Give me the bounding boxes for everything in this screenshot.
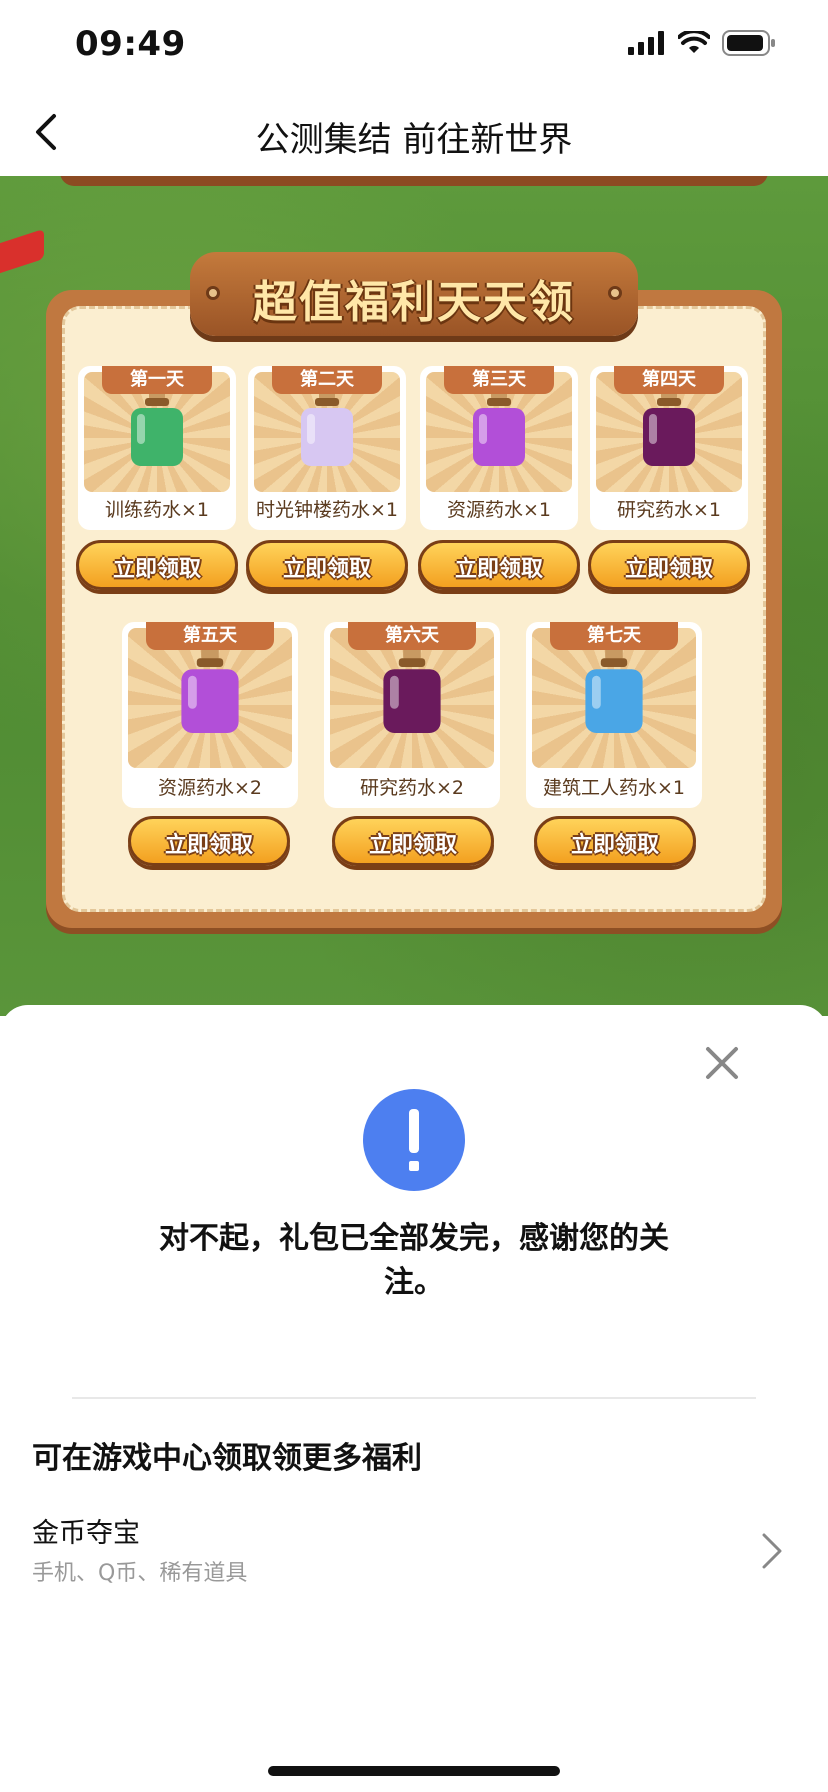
- potion-icon: [181, 645, 239, 733]
- claim-button-label: 立即领取: [112, 557, 201, 582]
- reward-name: 时光钟楼药水×1: [255, 499, 398, 521]
- section-title: 可在游戏中心领取领更多福利: [32, 1441, 422, 1476]
- list-item-gold-treasure[interactable]: 金币夺宝 手机、Q币、稀有道具: [0, 1503, 828, 1593]
- claim-button-day7[interactable]: 立即领取: [534, 816, 696, 866]
- list-item-subtitle: 手机、Q币、稀有道具: [32, 1561, 248, 1586]
- nail-icon: [608, 286, 622, 300]
- navigation-bar: 公测集结 前往新世界: [0, 88, 828, 176]
- status-bar: 09:49: [0, 0, 828, 88]
- home-indicator[interactable]: [268, 1766, 560, 1776]
- battery-icon: [722, 30, 775, 56]
- reward-card-day2: 第二天 时光钟楼药水×1: [248, 366, 406, 530]
- reward-name: 建筑工人药水×1: [542, 777, 685, 799]
- reward-name: 资源药水×1: [446, 499, 551, 521]
- claim-button-label: 立即领取: [282, 557, 371, 582]
- ribbon-decoration: [0, 228, 44, 274]
- reward-day-label: 第七天: [550, 622, 678, 650]
- close-icon[interactable]: [700, 1041, 744, 1085]
- banner-title-plaque: 超值福利天天领: [190, 252, 638, 336]
- claim-button-label: 立即领取: [164, 833, 253, 858]
- reward-name: 资源药水×2: [157, 777, 262, 799]
- claim-button-label: 立即领取: [368, 833, 457, 858]
- list-item-title: 金币夺宝: [32, 1518, 140, 1549]
- reward-day-label: 第四天: [614, 366, 724, 394]
- reward-day-label: 第一天: [102, 366, 212, 394]
- reward-day-label: 第六天: [348, 622, 476, 650]
- claim-button-day4[interactable]: 立即领取: [588, 540, 750, 590]
- notice-message: 对不起，礼包已全部发完，感谢您的关注。: [159, 1221, 669, 1300]
- claim-button-day1[interactable]: 立即领取: [76, 540, 238, 590]
- potion-icon: [383, 645, 441, 733]
- alert-icon-bar: [409, 1109, 419, 1153]
- reward-name: 训练药水×1: [104, 499, 209, 521]
- game-banner: 超值福利天天领 第一天 训练药水×1 第二天 时光钟楼药水×1 第三天 资源药水…: [0, 176, 828, 1016]
- claim-button-label: 立即领取: [624, 557, 713, 582]
- reward-card-day4: 第四天 研究药水×1: [590, 366, 748, 530]
- alert-icon-dot: [409, 1161, 419, 1171]
- reward-card-day6: 第六天 研究药水×2: [324, 622, 500, 808]
- alert-icon: [363, 1089, 465, 1191]
- reward-card-day3: 第三天 资源药水×1: [420, 366, 578, 530]
- reward-day-label: 第二天: [272, 366, 382, 394]
- claim-button-day5[interactable]: 立即领取: [128, 816, 290, 866]
- reward-day-label: 第三天: [444, 366, 554, 394]
- status-time: 09:49: [75, 24, 186, 64]
- potion-icon: [585, 645, 643, 733]
- claim-button-day2[interactable]: 立即领取: [246, 540, 408, 590]
- reward-card-day1: 第一天 训练药水×1: [78, 366, 236, 530]
- claim-button-label: 立即领取: [570, 833, 659, 858]
- claim-button-day6[interactable]: 立即领取: [332, 816, 494, 866]
- banner-title: 超值福利天天领: [253, 277, 575, 328]
- banner-top-edge: [60, 176, 768, 186]
- claim-button-label: 立即领取: [454, 557, 543, 582]
- signal-icon: [628, 31, 664, 55]
- reward-name: 研究药水×2: [359, 777, 464, 799]
- wifi-icon: [678, 31, 710, 53]
- reward-card-day5: 第五天 资源药水×2: [122, 622, 298, 808]
- reward-name: 研究药水×1: [616, 499, 721, 521]
- page-title: 公测集结 前往新世界: [255, 120, 573, 160]
- reward-card-day7: 第七天 建筑工人药水×1: [526, 622, 702, 808]
- notice-sheet: 对不起，礼包已全部发完，感谢您的关注。 可在游戏中心领取领更多福利 金币夺宝 手…: [0, 1005, 828, 1792]
- claim-button-day3[interactable]: 立即领取: [418, 540, 580, 590]
- status-icons: [628, 30, 776, 56]
- divider: [72, 1397, 756, 1399]
- reward-day-label: 第五天: [146, 622, 274, 650]
- chevron-right-icon: [762, 1533, 782, 1569]
